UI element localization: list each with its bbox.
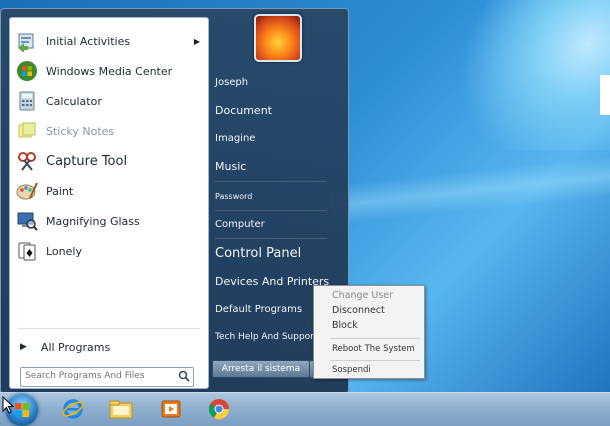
search-icon[interactable]	[178, 370, 190, 385]
chrome-icon[interactable]	[204, 395, 234, 423]
program-label: Calculator	[46, 94, 102, 108]
solitaire-icon	[14, 239, 40, 263]
shutdown-button[interactable]: Arresta il sistema	[212, 360, 310, 378]
link-user-folder[interactable]: Joseph	[215, 71, 341, 93]
menu-item-disconnect[interactable]: Disconnect	[332, 303, 422, 317]
program-item-magnifying-glass[interactable]: Magnifying Glass	[12, 207, 206, 235]
link-computer[interactable]: Computer	[215, 213, 341, 235]
program-label: Magnifying Glass	[46, 214, 140, 228]
power-options-menu: Change User Disconnect Block Reboot The …	[313, 285, 425, 379]
menu-item-sleep[interactable]: Sospendi	[332, 363, 422, 377]
program-label: Capture Tool	[46, 153, 128, 169]
program-label: Initial Activities	[46, 34, 131, 48]
menu-item-change-user[interactable]: Change User	[332, 288, 422, 302]
link-documents[interactable]: Document	[215, 99, 341, 121]
link-control-panel[interactable]: Control Panel	[215, 242, 341, 264]
all-programs-button[interactable]: ▶ All Programs	[16, 336, 202, 358]
magnifying-glass-icon	[14, 209, 40, 233]
start-menu-programs-pane: Initial Activities ▶ Windows Media Cente…	[9, 17, 209, 389]
wallpaper-streak	[328, 154, 610, 226]
programs-divider	[18, 328, 200, 329]
links-separator	[215, 210, 327, 211]
all-programs-arrow-icon: ▶	[20, 342, 27, 352]
wallpaper-graphic	[419, 0, 610, 150]
submenu-arrow-icon: ▶	[193, 36, 200, 46]
power-menu-separator	[330, 360, 420, 361]
program-label: Windows Media Center	[46, 64, 173, 78]
program-item-initial-activities[interactable]: Initial Activities ▶	[12, 27, 206, 55]
menu-item-lock[interactable]: Block	[332, 318, 422, 332]
start-menu: Initial Activities ▶ Windows Media Cente…	[0, 8, 349, 394]
program-item-calculator[interactable]: Calculator	[12, 87, 206, 115]
links-separator	[215, 238, 327, 239]
sticky-notes-icon	[14, 119, 40, 143]
link-music[interactable]: Music	[215, 155, 341, 177]
search-input[interactable]	[21, 368, 175, 384]
menu-item-restart[interactable]: Reboot The System	[332, 342, 422, 356]
all-programs-label: All Programs	[40, 340, 111, 354]
power-menu-separator	[330, 338, 420, 339]
search-programs-box[interactable]	[20, 367, 194, 387]
media-player-icon[interactable]	[156, 395, 186, 423]
file-explorer-icon[interactable]	[106, 395, 136, 423]
program-item-paint[interactable]: Paint	[12, 177, 206, 205]
windows-media-center-icon	[14, 59, 40, 83]
links-separator	[215, 181, 327, 182]
program-label: Sticky Notes	[46, 124, 115, 138]
user-avatar[interactable]	[254, 14, 302, 62]
paint-icon	[14, 179, 40, 203]
calculator-icon	[14, 89, 40, 113]
link-password[interactable]: Password	[215, 185, 341, 207]
mouse-cursor-icon	[2, 396, 14, 414]
program-label: Lonely	[46, 244, 82, 258]
program-item-capture-tool[interactable]: Capture Tool	[12, 147, 206, 175]
program-item-windows-media-center[interactable]: Windows Media Center	[12, 57, 206, 85]
desktop-window-edge	[600, 75, 610, 115]
program-item-sticky-notes[interactable]: Sticky Notes	[12, 117, 206, 145]
program-item-solitaire[interactable]: Lonely	[12, 237, 206, 265]
capture-tool-icon	[14, 149, 40, 173]
initial-activities-icon	[14, 29, 40, 53]
program-label: Paint	[46, 184, 74, 198]
taskbar	[0, 392, 610, 426]
internet-explorer-icon[interactable]	[58, 395, 88, 423]
link-pictures[interactable]: Imagine	[215, 127, 341, 149]
